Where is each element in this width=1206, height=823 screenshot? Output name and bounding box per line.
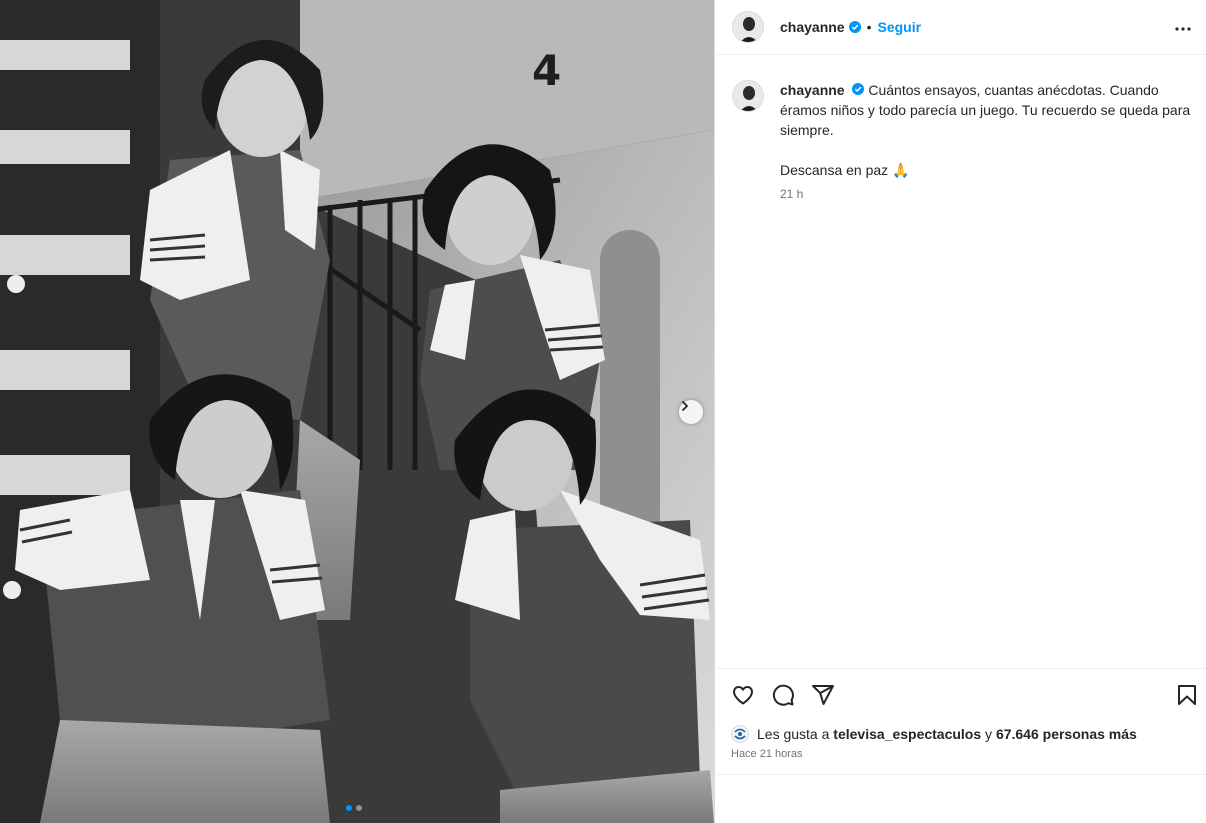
post-header: chayanne • Seguir bbox=[715, 0, 1206, 55]
save-button[interactable] bbox=[1175, 683, 1199, 707]
more-horizontal-icon bbox=[1175, 27, 1191, 31]
header-separator: • bbox=[866, 19, 872, 35]
likes-summary: Les gusta a televisa_espectaculos y 67.6… bbox=[731, 725, 1137, 743]
caption-avatar[interactable] bbox=[732, 80, 764, 112]
post-sidebar: chayanne • Seguir chayanne Cuántos ensay… bbox=[714, 0, 1206, 823]
posted-time[interactable]: Hace 21 horas bbox=[731, 748, 803, 760]
slide-dot-2 bbox=[356, 805, 362, 811]
post-caption: chayanne Cuántos ensayos, cuantas anécdo… bbox=[732, 80, 1197, 204]
comment-icon bbox=[772, 684, 794, 706]
avatar-image bbox=[733, 81, 763, 111]
likes-first-user[interactable]: televisa_espectaculos bbox=[833, 726, 981, 742]
caption-body: chayanne Cuántos ensayos, cuantas anécdo… bbox=[780, 80, 1196, 204]
caption-text-block: chayanne Cuántos ensayos, cuantas anécdo… bbox=[780, 80, 1196, 140]
liker-avatar[interactable] bbox=[731, 725, 749, 743]
likes-prefix: Les gusta a bbox=[757, 726, 834, 742]
verified-badge-icon bbox=[848, 21, 861, 33]
slide-dot-1 bbox=[346, 805, 352, 811]
verified-badge-icon bbox=[852, 83, 865, 95]
share-icon bbox=[812, 685, 834, 705]
like-button[interactable] bbox=[731, 683, 755, 707]
share-button[interactable] bbox=[811, 683, 835, 707]
bookmark-icon bbox=[1178, 685, 1196, 705]
heart-icon bbox=[733, 686, 753, 705]
more-options-button[interactable] bbox=[1171, 17, 1195, 46]
caption-extra: Descansa en paz 🙏 bbox=[780, 162, 910, 178]
caption-time[interactable]: 21 h bbox=[780, 184, 1196, 204]
slide-indicator bbox=[346, 805, 362, 811]
comment-button[interactable] bbox=[771, 683, 795, 707]
televisa-logo-icon bbox=[734, 728, 746, 740]
chevron-right-icon bbox=[682, 401, 688, 411]
avatar-image bbox=[733, 12, 763, 42]
likes-others[interactable]: 67.646 personas más bbox=[996, 726, 1137, 742]
divider bbox=[715, 774, 1206, 775]
caption-username[interactable]: chayanne bbox=[780, 82, 845, 98]
post-actions: Les gusta a televisa_espectaculos y 67.6… bbox=[715, 668, 1206, 776]
photo-illustration: 4 bbox=[0, 0, 714, 823]
avatar[interactable] bbox=[732, 11, 764, 43]
next-slide-button[interactable] bbox=[679, 400, 703, 424]
wall-number: 4 bbox=[532, 46, 561, 95]
header-username[interactable]: chayanne bbox=[780, 19, 845, 35]
likes-connector: y bbox=[981, 726, 996, 742]
post-photo[interactable]: 4 bbox=[0, 0, 714, 823]
follow-button[interactable]: Seguir bbox=[878, 19, 922, 35]
